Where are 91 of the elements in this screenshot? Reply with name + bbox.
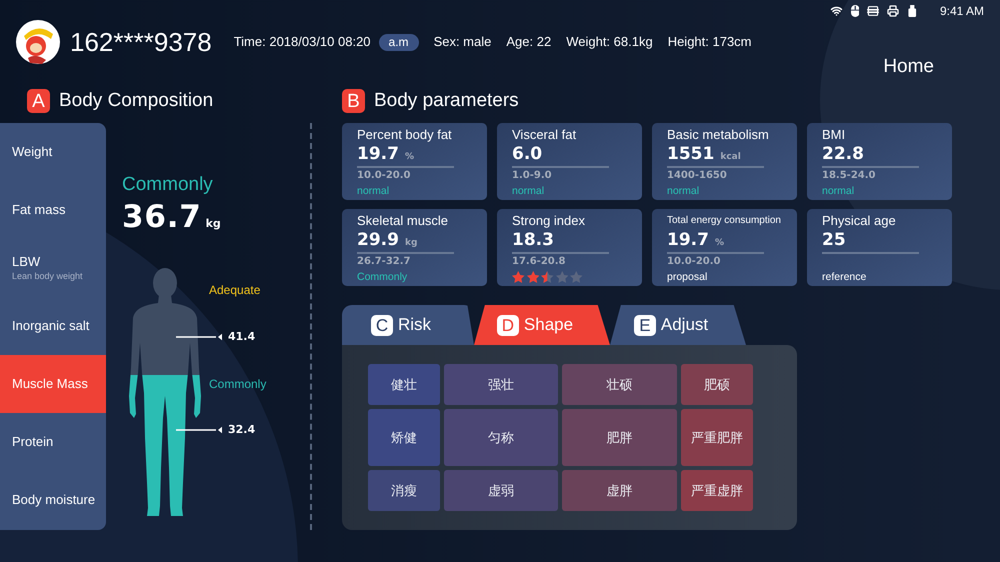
profile-detail: Weight: 68.1kg (566, 33, 653, 52)
shape-cell: 严重肥胖 (681, 409, 753, 466)
flash-drive-icon (908, 5, 917, 17)
card-title: Basic metabolism (667, 127, 769, 143)
card-title: BMI (822, 127, 846, 143)
card-value: 25 (822, 229, 846, 251)
sidebar-item[interactable]: Fat mass (0, 181, 106, 239)
range-text: 17.6-20.8 (512, 255, 566, 269)
range-text: 10.0-20.0 (667, 255, 720, 269)
sidebar-item[interactable]: Inorganic salt (0, 297, 106, 355)
phone-number: 162****9378 (70, 27, 212, 57)
status-text: normal (357, 184, 390, 198)
avatar-icon (16, 20, 60, 64)
card-value: 29.9 (357, 229, 399, 251)
card-title: Physical age (822, 213, 896, 229)
period-badge: a.m (378, 34, 419, 50)
card-value: 1551 (667, 143, 714, 165)
shape-cell: 虚胖 (562, 470, 677, 511)
shape-cell: 强壮 (444, 364, 558, 405)
profile-detail: Age: 22 (506, 33, 552, 52)
panel-icon (867, 6, 880, 16)
shape-cell: 肥胖 (562, 409, 677, 466)
range-text: 26.7-32.7 (357, 255, 410, 269)
sidebar-item[interactable]: Weight (0, 123, 106, 181)
shape-cell: 肥硕 (681, 364, 753, 405)
card-value: 19.7 (357, 143, 399, 165)
section-title: Body Composition (59, 89, 214, 113)
clock-text: 9:41 AM (940, 4, 984, 18)
sidebar-item[interactable]: Protein (0, 413, 106, 471)
note-text: reference (822, 270, 866, 284)
shape-cell: 消瘦 (368, 470, 440, 511)
status-text: normal (512, 184, 544, 198)
unit-label: kcal (720, 151, 741, 163)
section-title: Body parameters (374, 89, 519, 113)
shape-cell: 壮硕 (562, 364, 677, 405)
card-title: Strong index (512, 213, 585, 229)
unit-label: kg (404, 237, 418, 249)
home-link[interactable]: Home (883, 56, 934, 78)
shape-cell: 虚弱 (444, 470, 558, 511)
sidebar-item[interactable]: Muscle Mass (0, 355, 106, 413)
tab-badge: D (496, 314, 519, 336)
card-value: 18.3 (512, 229, 554, 251)
shape-cell: 匀称 (444, 409, 558, 466)
level-label: Adequate (209, 282, 260, 298)
shape-cell: 健壮 (368, 364, 440, 405)
sidebar-item[interactable]: Body moisture (0, 471, 106, 529)
leader-line (176, 426, 222, 434)
wifi-icon (830, 5, 843, 17)
status-label: Commonly (122, 174, 213, 196)
status-text: normal (822, 184, 854, 198)
card-title: Skeletal muscle (357, 213, 448, 229)
tab[interactable]: C Risk (342, 305, 474, 345)
card-title: Percent body fat (357, 127, 452, 143)
level-label: Commonly (209, 376, 266, 392)
unit-label: % (714, 237, 724, 249)
card-value: 6.0 (512, 143, 542, 165)
star-icon (570, 271, 582, 283)
range-text: 1400-1650 (667, 169, 727, 183)
card-title: Total energy consumption (667, 214, 781, 228)
note-text: proposal (667, 270, 708, 284)
marker-value: 32.4 (228, 423, 256, 437)
star-icon (526, 271, 539, 283)
range-text: 1.0-9.0 (512, 169, 552, 183)
tab-badge: C (370, 314, 393, 336)
range-text: 18.5-24.0 (822, 169, 876, 183)
tab[interactable]: E Adjust (610, 305, 746, 345)
muscle-mass-value: 36.7 (122, 200, 202, 234)
printer-icon (887, 5, 900, 17)
leader-line (176, 333, 222, 341)
section-badge: B (342, 89, 365, 113)
tab[interactable]: D Shape (474, 305, 610, 345)
time-text: Time: 2018/03/10 08:20 (234, 33, 371, 52)
shape-cell: 矫健 (368, 409, 440, 466)
star-icon (512, 271, 524, 283)
marker-value: 41.4 (228, 330, 256, 344)
card-value: 22.8 (822, 143, 864, 165)
status-text: Commonly (357, 270, 408, 284)
unit-label: kg (206, 217, 221, 231)
star-icon (556, 271, 568, 283)
star-icon (541, 271, 554, 283)
profile-detail: Height: 173cm (668, 33, 752, 52)
card-value: 19.7 (667, 229, 709, 251)
range-text: 10.0-20.0 (357, 169, 410, 183)
tab-badge: E (634, 314, 656, 336)
unit-label: % (404, 151, 414, 163)
status-text: normal (667, 184, 700, 198)
section-badge: A (27, 89, 50, 113)
profile-detail: Sex: male (434, 33, 492, 52)
card-title: Visceral fat (512, 127, 576, 143)
shape-cell: 严重虚胖 (681, 470, 753, 511)
sidebar-item[interactable]: LBW Lean body weight (0, 239, 106, 297)
